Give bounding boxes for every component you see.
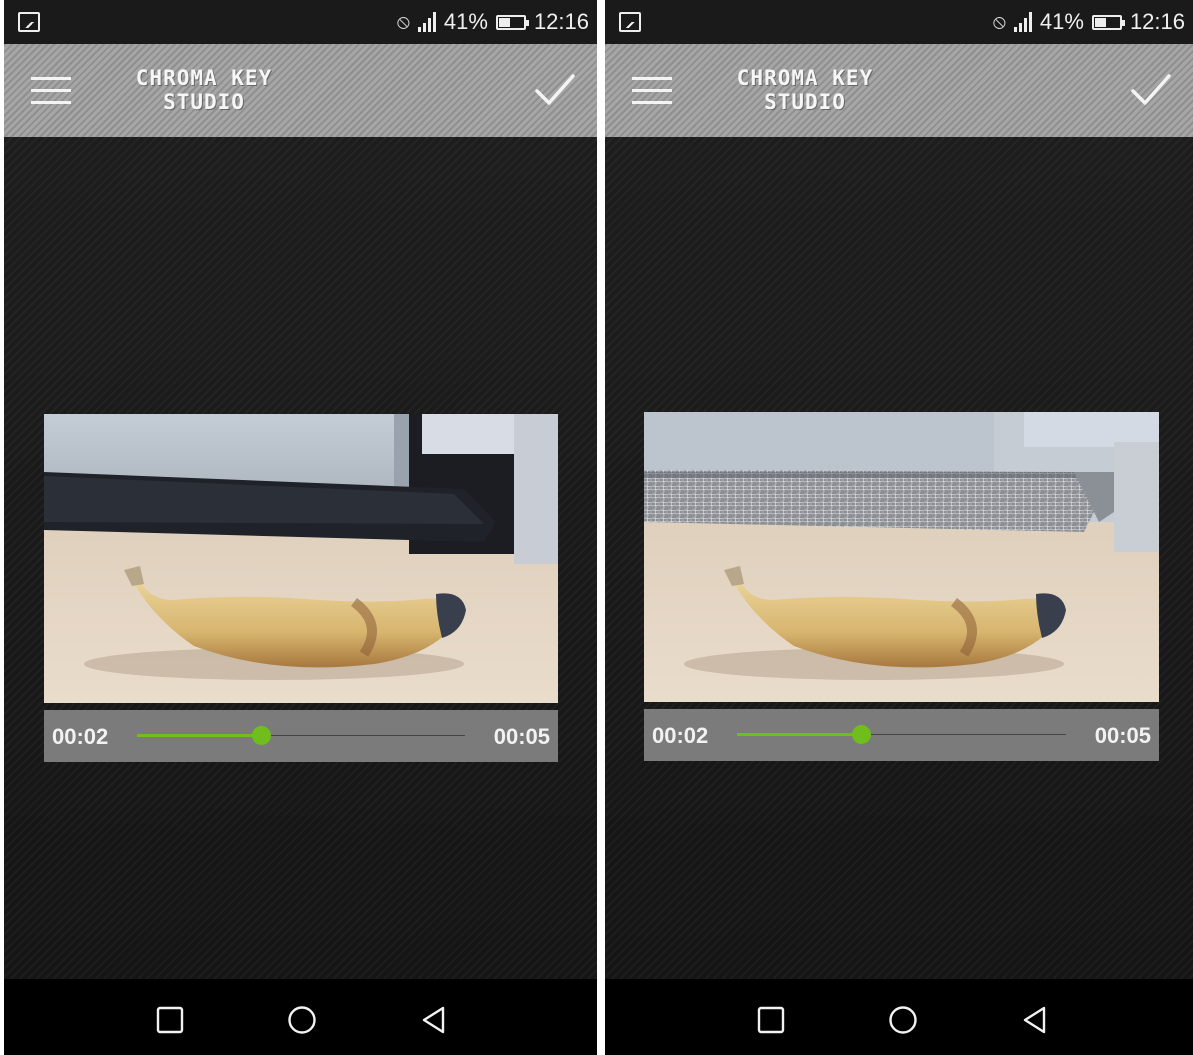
battery-icon: [1091, 14, 1125, 30]
current-time: 00:02: [52, 724, 109, 749]
gallery-notification-icon: [18, 12, 40, 32]
current-time: 00:02: [652, 723, 709, 748]
status-bar: ⦸ 41% 12:16: [4, 0, 597, 44]
seek-thumb[interactable]: [852, 725, 872, 744]
android-nav-bar: [4, 979, 597, 1055]
clock: 12:16: [533, 9, 589, 34]
hamburger-menu-icon[interactable]: [632, 77, 672, 105]
seek-progress: [737, 733, 863, 736]
total-time: 00:05: [493, 724, 550, 749]
back-triangle-icon[interactable]: [1020, 1005, 1050, 1035]
app-title-line2: STUDIO: [163, 90, 245, 114]
battery-percent: 41%: [443, 9, 488, 34]
battery-percent: 41%: [1039, 9, 1084, 34]
signal-icon: [417, 12, 436, 32]
app-title-line2: STUDIO: [764, 90, 846, 114]
android-nav-bar: [605, 979, 1193, 1055]
app-title-line1: CHROMA KEY: [736, 66, 874, 90]
checkmark-confirm-icon[interactable]: [533, 70, 577, 110]
home-circle-icon[interactable]: [888, 1005, 918, 1035]
phone-screen-keyed: ⦸ 41% 12:16 CHROMA KEY STUDIO 00:02 00:0…: [605, 0, 1193, 1055]
status-bar: ⦸ 41% 12:16: [605, 0, 1193, 44]
seek-progress: [137, 734, 262, 737]
recents-square-icon[interactable]: [155, 1005, 185, 1035]
video-preview[interactable]: [44, 414, 558, 703]
clock: 12:16: [1129, 9, 1185, 34]
app-toolbar: CHROMA KEY STUDIO: [4, 44, 597, 137]
back-triangle-icon[interactable]: [419, 1005, 449, 1035]
video-controls: 00:02 00:05: [44, 710, 558, 762]
seek-bar[interactable]: [137, 726, 465, 745]
app-toolbar: CHROMA KEY STUDIO: [605, 44, 1193, 137]
app-title-line1: CHROMA KEY: [135, 66, 273, 90]
seek-bar[interactable]: [737, 725, 1066, 744]
seek-thumb[interactable]: [251, 726, 271, 745]
total-time: 00:05: [1094, 723, 1151, 748]
vibrate-icon: ⦸: [992, 10, 1006, 33]
home-circle-icon[interactable]: [287, 1005, 317, 1035]
video-preview-keyed[interactable]: [644, 412, 1159, 702]
vibrate-icon: ⦸: [396, 10, 410, 33]
recents-square-icon[interactable]: [756, 1005, 786, 1035]
app-title-logo: CHROMA KEY STUDIO: [114, 66, 294, 114]
video-controls: 00:02 00:05: [644, 709, 1159, 761]
hamburger-menu-icon[interactable]: [31, 77, 71, 105]
battery-icon: [495, 14, 529, 30]
checkmark-confirm-icon[interactable]: [1129, 70, 1173, 110]
phone-screen-original: ⦸ 41% 12:16 CHROMA KEY STUDIO 00:02 00:0…: [4, 0, 597, 1055]
signal-icon: [1013, 12, 1032, 32]
app-title-logo: CHROMA KEY STUDIO: [715, 66, 895, 114]
gallery-notification-icon: [619, 12, 641, 32]
